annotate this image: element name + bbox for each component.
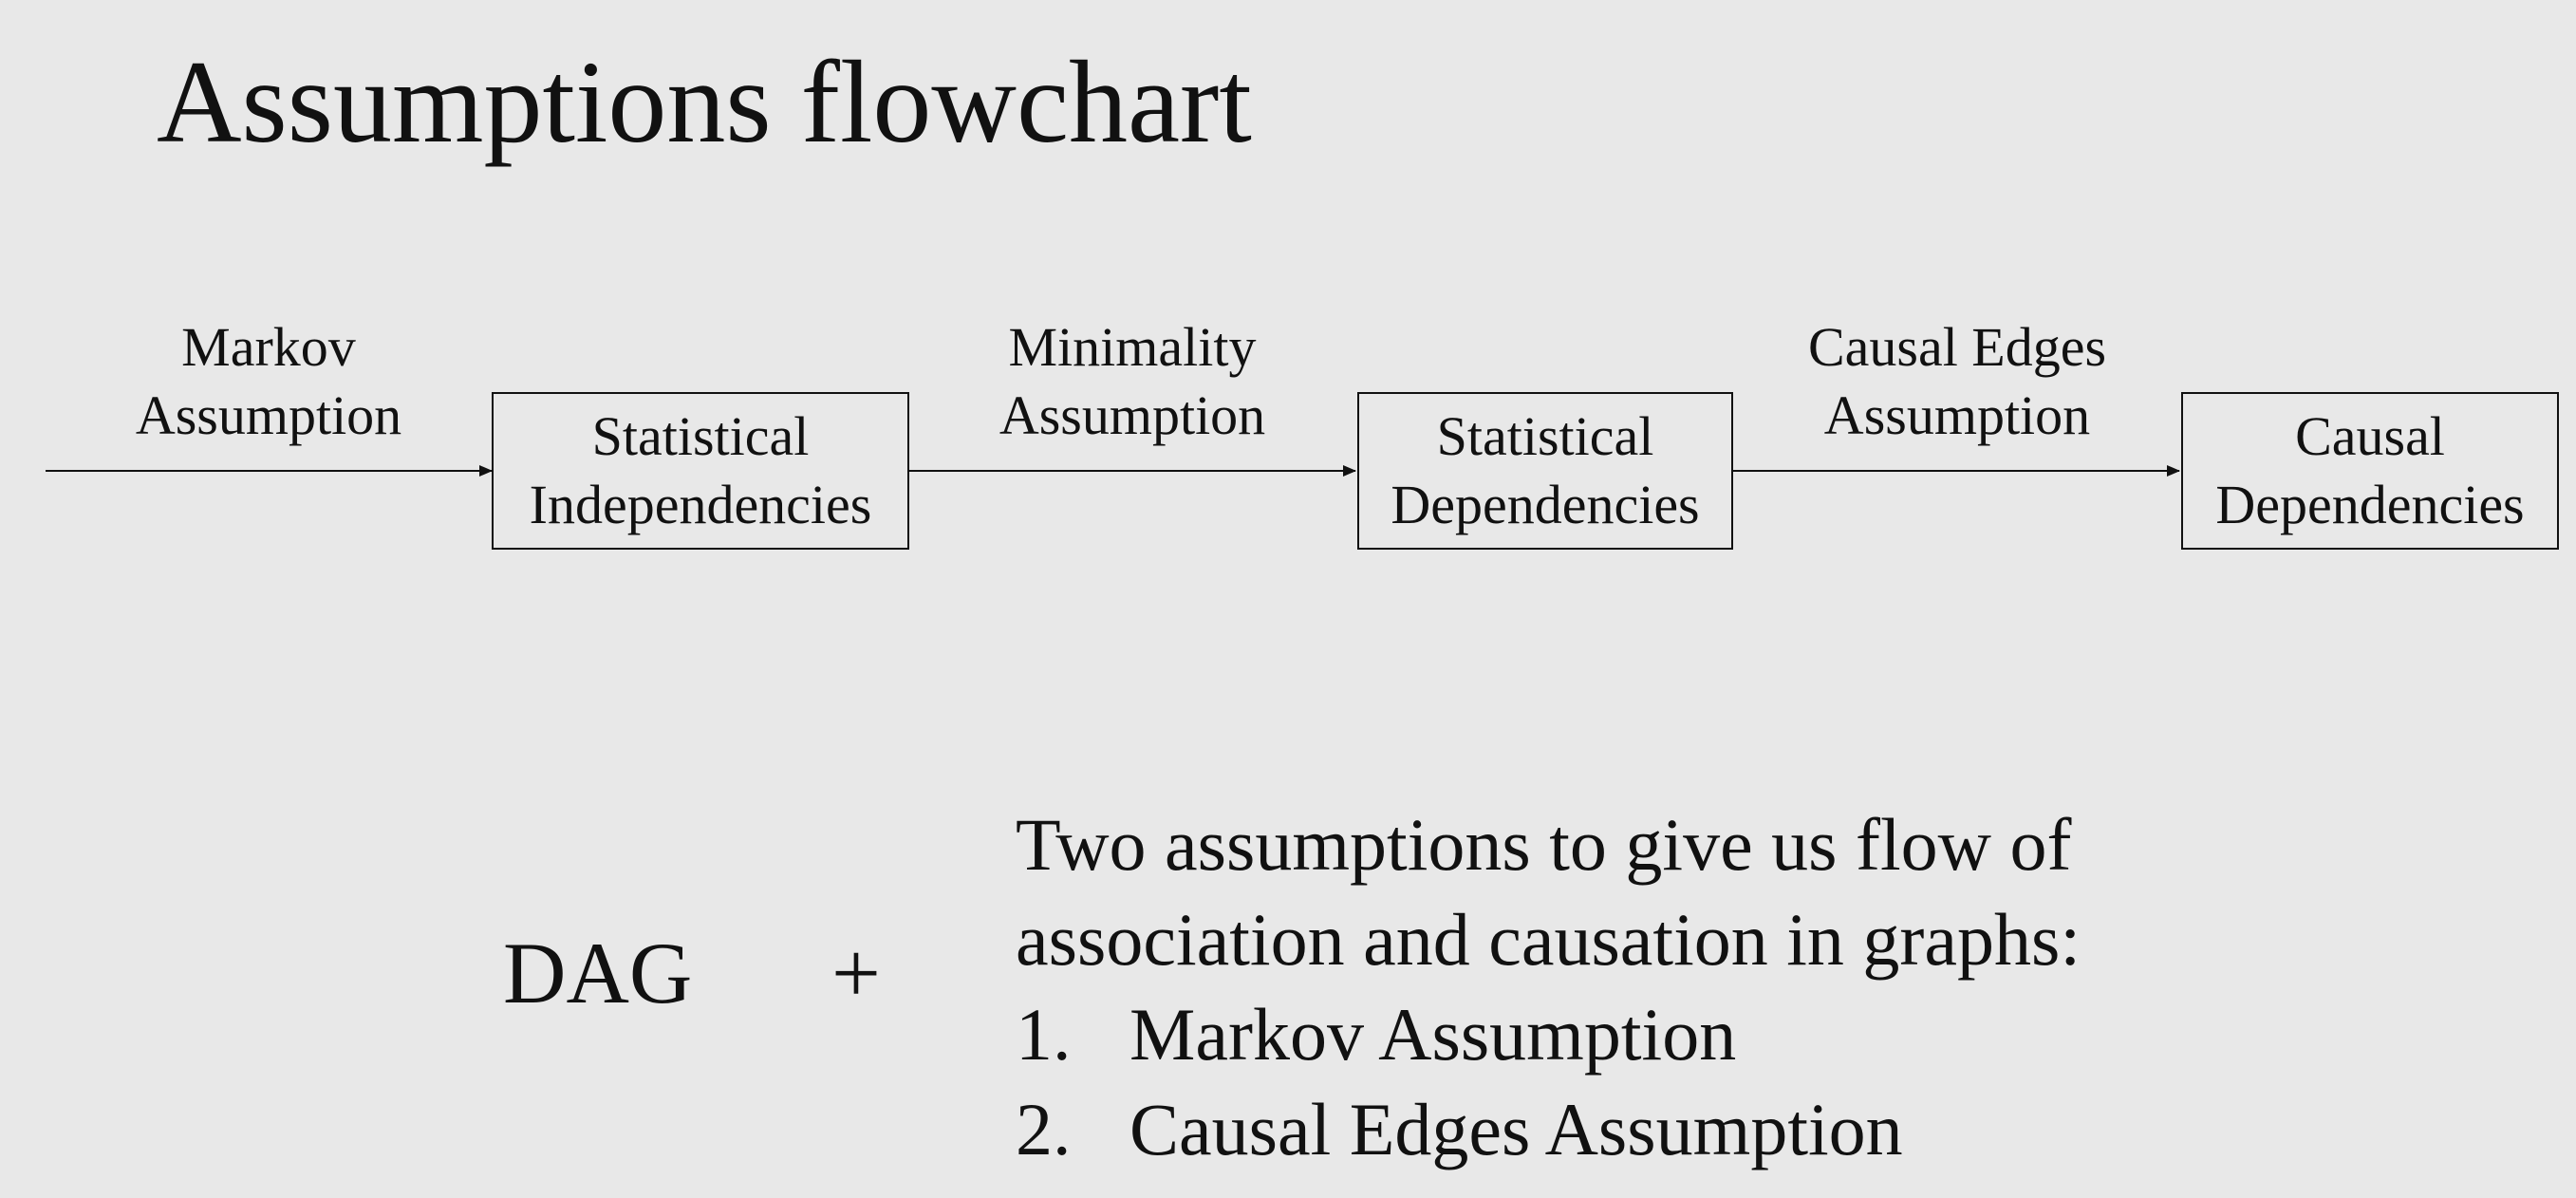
- edge-label-line: Minimality: [1008, 316, 1257, 378]
- edge-label-line: Causal Edges: [1807, 316, 2107, 378]
- assumptions-explanation: Two assumptions to give us flow of assoc…: [1016, 797, 2081, 1177]
- edge-label-line: Assumption: [999, 384, 1266, 446]
- list-number: 1.: [1016, 993, 1072, 1076]
- list-text: Markov Assumption: [1129, 993, 1737, 1076]
- list-item: 2. Causal Edges Assumption: [1016, 1082, 2081, 1177]
- edge-label-line: Assumption: [135, 384, 402, 446]
- node-statistical-dependencies: Statistical Dependencies: [1357, 392, 1733, 550]
- edge-label-minimality: Minimality Assumption: [999, 313, 1265, 450]
- node-label-line: Dependencies: [1391, 474, 1700, 535]
- edge-label-line: Assumption: [1823, 384, 2091, 446]
- explanation-line: Two assumptions to give us flow of: [1016, 803, 2072, 886]
- node-label-line: Causal: [2295, 405, 2445, 467]
- edge-label-line: Markov: [181, 316, 356, 378]
- list-item: 1. Markov Assumption: [1016, 987, 2081, 1082]
- dag-label: DAG: [503, 925, 693, 1021]
- list-number: 2.: [1016, 1088, 1072, 1170]
- assumptions-flowchart: Markov Assumption Minimality Assumption …: [0, 313, 2576, 560]
- edge-label-markov: Markov Assumption: [136, 313, 401, 450]
- node-label-line: Statistical: [591, 405, 810, 467]
- node-label-line: Dependencies: [2215, 474, 2525, 535]
- node-label-line: Independencies: [529, 474, 872, 535]
- plus-sign: +: [831, 925, 881, 1021]
- explanation-line: association and causation in graphs:: [1016, 898, 2081, 981]
- list-text: Causal Edges Assumption: [1129, 1088, 1903, 1170]
- page-title: Assumptions flowchart: [157, 37, 1252, 167]
- node-statistical-independencies: Statistical Independencies: [492, 392, 909, 550]
- node-causal-dependencies: Causal Dependencies: [2181, 392, 2559, 550]
- explanation-intro: Two assumptions to give us flow of assoc…: [1016, 797, 2081, 987]
- edge-label-causal-edges: Causal Edges Assumption: [1808, 313, 2106, 450]
- node-label-line: Statistical: [1436, 405, 1654, 467]
